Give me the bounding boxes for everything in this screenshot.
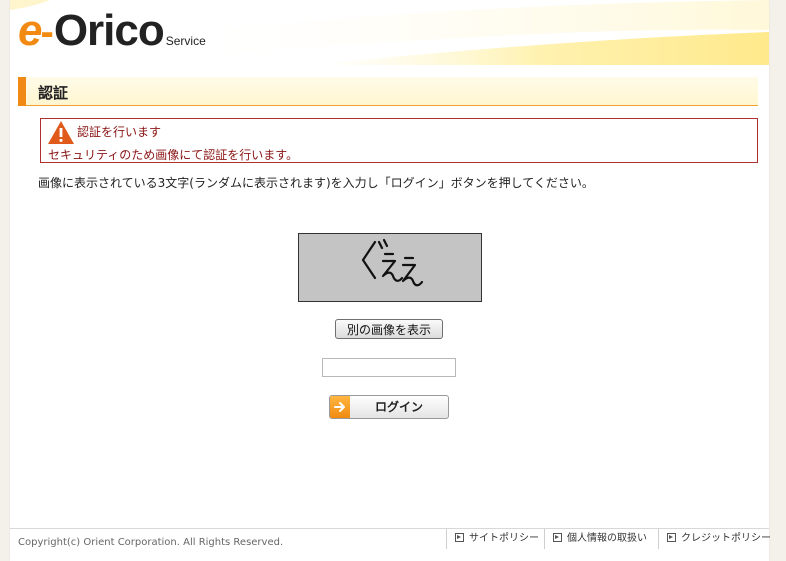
- login-button[interactable]: ログイン: [329, 395, 449, 419]
- copyright-text: Copyright(c) Orient Corporation. All Rig…: [18, 537, 284, 548]
- footer-link-label: サイトポリシー: [469, 533, 539, 544]
- page: e-Orico Service 認証 認証を行います セキュリティのため画像にて認…: [10, 0, 771, 561]
- arrow-right-icon: [330, 396, 350, 418]
- logo-dash: -: [40, 10, 54, 54]
- logo-e: e: [18, 6, 43, 55]
- captcha-input[interactable]: [322, 358, 456, 377]
- alert-title: 認証を行います: [77, 125, 162, 139]
- header: e-Orico Service: [10, 0, 769, 65]
- captcha-glyphs: [361, 238, 424, 287]
- login-button-label: ログイン: [374, 400, 423, 414]
- link-arrow-icon: [667, 533, 676, 542]
- footer-link-credit-policy[interactable]: クレジットポリシー: [658, 529, 771, 549]
- orico-logo[interactable]: e-Orico Service: [18, 6, 206, 56]
- link-arrow-icon: [455, 533, 464, 542]
- footer-link-label: 個人情報の取扱い: [567, 533, 647, 544]
- footer-link-label: クレジットポリシー: [681, 533, 771, 544]
- warning-icon: [48, 121, 74, 144]
- alert-message: セキュリティのため画像にて認証を行います。: [48, 148, 299, 162]
- show-another-image-button[interactable]: 別の画像を表示: [335, 319, 443, 339]
- alert-box: 認証を行います セキュリティのため画像にて認証を行います。: [40, 118, 758, 163]
- footer-link-site-policy[interactable]: サイトポリシー: [446, 529, 539, 549]
- heading-accent-bar: [18, 77, 26, 106]
- link-arrow-icon: [553, 533, 562, 542]
- logo-service: Service: [165, 34, 206, 48]
- instruction-text: 画像に表示されている3文字(ランダムに表示されます)を入力し「ログイン」ボタンを…: [38, 176, 594, 190]
- captcha-image: [298, 233, 482, 302]
- page-title: 認証: [38, 84, 69, 102]
- logo-brand: Orico: [53, 6, 165, 55]
- footer-link-privacy[interactable]: 個人情報の取扱い: [544, 529, 647, 549]
- footer: Copyright(c) Orient Corporation. All Rig…: [10, 528, 771, 561]
- section-heading: 認証: [18, 77, 758, 106]
